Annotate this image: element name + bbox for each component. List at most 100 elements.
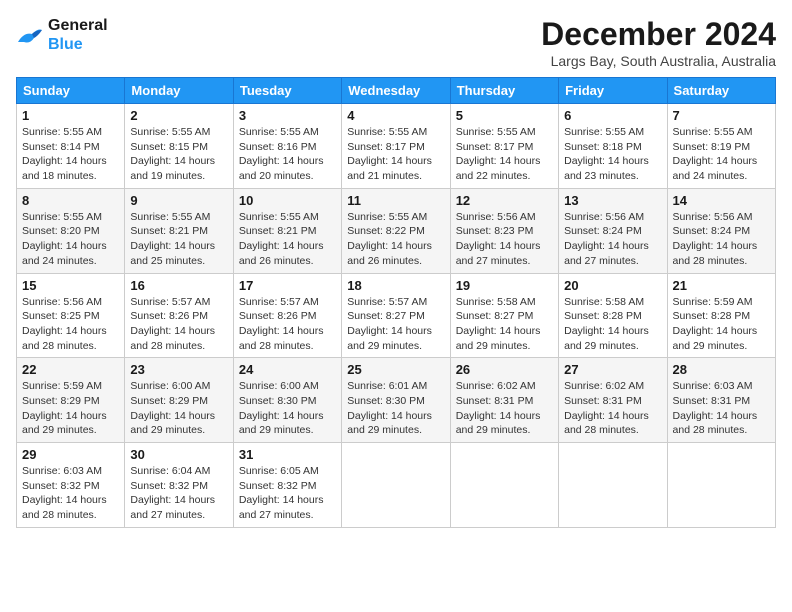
calendar-cell: 29Sunrise: 6:03 AM Sunset: 8:32 PM Dayli… <box>17 443 125 528</box>
calendar-cell: 18Sunrise: 5:57 AM Sunset: 8:27 PM Dayli… <box>342 273 450 358</box>
calendar-week-row: 8 Sunrise: 5:55 AM Sunset: 8:20 PM Daylig… <box>17 188 776 273</box>
day-info: Sunrise: 5:56 AM Sunset: 8:24 PM Dayligh… <box>673 210 770 269</box>
day-number: 8 <box>22 193 119 208</box>
calendar-cell <box>450 443 558 528</box>
day-info: Sunrise: 6:03 AM Sunset: 8:32 PM Dayligh… <box>22 464 119 523</box>
day-info: Sunrise: 6:02 AM Sunset: 8:31 PM Dayligh… <box>564 379 661 438</box>
day-number: 30 <box>130 447 227 462</box>
logo-icon <box>16 24 44 46</box>
day-number: 5 <box>456 108 553 123</box>
calendar-cell: 9 Sunrise: 5:55 AM Sunset: 8:21 PM Daylig… <box>125 188 233 273</box>
day-header-wednesday: Wednesday <box>342 78 450 104</box>
calendar-cell: 15 Sunrise: 5:56 AM Sunset: 8:25 PM Dayli… <box>17 273 125 358</box>
day-header-sunday: Sunday <box>17 78 125 104</box>
day-info: Sunrise: 6:00 AM Sunset: 8:29 PM Dayligh… <box>130 379 227 438</box>
day-number: 15 <box>22 278 119 293</box>
day-info: Sunrise: 5:55 AM Sunset: 8:17 PM Dayligh… <box>347 125 444 184</box>
day-number: 24 <box>239 362 336 377</box>
day-header-monday: Monday <box>125 78 233 104</box>
day-info: Sunrise: 6:05 AM Sunset: 8:32 PM Dayligh… <box>239 464 336 523</box>
calendar-cell: 5 Sunrise: 5:55 AM Sunset: 8:17 PM Daylig… <box>450 104 558 189</box>
day-header-thursday: Thursday <box>450 78 558 104</box>
day-info: Sunrise: 5:55 AM Sunset: 8:21 PM Dayligh… <box>239 210 336 269</box>
calendar-cell: 10Sunrise: 5:55 AM Sunset: 8:21 PM Dayli… <box>233 188 341 273</box>
day-number: 3 <box>239 108 336 123</box>
calendar-cell: 17 Sunrise: 5:57 AM Sunset: 8:26 PM Dayli… <box>233 273 341 358</box>
day-number: 17 <box>239 278 336 293</box>
day-info: Sunrise: 5:57 AM Sunset: 8:27 PM Dayligh… <box>347 295 444 354</box>
calendar-cell: 31 Sunrise: 6:05 AM Sunset: 8:32 PM Dayli… <box>233 443 341 528</box>
day-number: 20 <box>564 278 661 293</box>
calendar-cell: 23 Sunrise: 6:00 AM Sunset: 8:29 PM Dayli… <box>125 358 233 443</box>
day-number: 28 <box>673 362 770 377</box>
day-info: Sunrise: 5:55 AM Sunset: 8:17 PM Dayligh… <box>456 125 553 184</box>
calendar-cell: 4Sunrise: 5:55 AM Sunset: 8:17 PM Daylig… <box>342 104 450 189</box>
day-info: Sunrise: 5:56 AM Sunset: 8:24 PM Dayligh… <box>564 210 661 269</box>
calendar-cell: 25 Sunrise: 6:01 AM Sunset: 8:30 PM Dayli… <box>342 358 450 443</box>
day-number: 12 <box>456 193 553 208</box>
day-info: Sunrise: 5:59 AM Sunset: 8:28 PM Dayligh… <box>673 295 770 354</box>
calendar-cell: 2Sunrise: 5:55 AM Sunset: 8:15 PM Daylig… <box>125 104 233 189</box>
calendar-cell: 6 Sunrise: 5:55 AM Sunset: 8:18 PM Daylig… <box>559 104 667 189</box>
day-info: Sunrise: 5:58 AM Sunset: 8:28 PM Dayligh… <box>564 295 661 354</box>
day-header-tuesday: Tuesday <box>233 78 341 104</box>
day-info: Sunrise: 5:55 AM Sunset: 8:18 PM Dayligh… <box>564 125 661 184</box>
day-info: Sunrise: 5:55 AM Sunset: 8:19 PM Dayligh… <box>673 125 770 184</box>
day-info: Sunrise: 5:55 AM Sunset: 8:15 PM Dayligh… <box>130 125 227 184</box>
day-info: Sunrise: 5:55 AM Sunset: 8:22 PM Dayligh… <box>347 210 444 269</box>
day-header-saturday: Saturday <box>667 78 775 104</box>
day-number: 6 <box>564 108 661 123</box>
calendar-week-row: 15 Sunrise: 5:56 AM Sunset: 8:25 PM Dayli… <box>17 273 776 358</box>
day-number: 23 <box>130 362 227 377</box>
month-title: December 2024 <box>541 16 776 53</box>
calendar-week-row: 29Sunrise: 6:03 AM Sunset: 8:32 PM Dayli… <box>17 443 776 528</box>
calendar-cell: 12Sunrise: 5:56 AM Sunset: 8:23 PM Dayli… <box>450 188 558 273</box>
calendar-header-row: SundayMondayTuesdayWednesdayThursdayFrid… <box>17 78 776 104</box>
calendar-cell: 28Sunrise: 6:03 AM Sunset: 8:31 PM Dayli… <box>667 358 775 443</box>
day-info: Sunrise: 5:58 AM Sunset: 8:27 PM Dayligh… <box>456 295 553 354</box>
calendar-week-row: 1 Sunrise: 5:55 AM Sunset: 8:14 PM Daylig… <box>17 104 776 189</box>
day-number: 11 <box>347 193 444 208</box>
calendar-cell: 13 Sunrise: 5:56 AM Sunset: 8:24 PM Dayli… <box>559 188 667 273</box>
calendar-cell: 19 Sunrise: 5:58 AM Sunset: 8:27 PM Dayli… <box>450 273 558 358</box>
day-number: 13 <box>564 193 661 208</box>
day-info: Sunrise: 6:02 AM Sunset: 8:31 PM Dayligh… <box>456 379 553 438</box>
day-info: Sunrise: 5:56 AM Sunset: 8:25 PM Dayligh… <box>22 295 119 354</box>
calendar-cell: 11 Sunrise: 5:55 AM Sunset: 8:22 PM Dayli… <box>342 188 450 273</box>
day-number: 19 <box>456 278 553 293</box>
day-number: 21 <box>673 278 770 293</box>
page-header: General Blue December 2024 Largs Bay, So… <box>16 16 776 69</box>
calendar-cell: 30 Sunrise: 6:04 AM Sunset: 8:32 PM Dayli… <box>125 443 233 528</box>
day-number: 9 <box>130 193 227 208</box>
logo: General Blue <box>16 16 108 54</box>
calendar-cell: 1 Sunrise: 5:55 AM Sunset: 8:14 PM Daylig… <box>17 104 125 189</box>
day-info: Sunrise: 6:01 AM Sunset: 8:30 PM Dayligh… <box>347 379 444 438</box>
calendar-week-row: 22Sunrise: 5:59 AM Sunset: 8:29 PM Dayli… <box>17 358 776 443</box>
day-info: Sunrise: 6:04 AM Sunset: 8:32 PM Dayligh… <box>130 464 227 523</box>
calendar-cell <box>559 443 667 528</box>
title-block: December 2024 Largs Bay, South Australia… <box>541 16 776 69</box>
calendar-cell: 24Sunrise: 6:00 AM Sunset: 8:30 PM Dayli… <box>233 358 341 443</box>
day-number: 25 <box>347 362 444 377</box>
day-info: Sunrise: 5:59 AM Sunset: 8:29 PM Dayligh… <box>22 379 119 438</box>
calendar-cell: 27 Sunrise: 6:02 AM Sunset: 8:31 PM Dayli… <box>559 358 667 443</box>
day-info: Sunrise: 5:57 AM Sunset: 8:26 PM Dayligh… <box>239 295 336 354</box>
day-info: Sunrise: 5:55 AM Sunset: 8:20 PM Dayligh… <box>22 210 119 269</box>
calendar-cell: 8 Sunrise: 5:55 AM Sunset: 8:20 PM Daylig… <box>17 188 125 273</box>
day-number: 1 <box>22 108 119 123</box>
calendar-cell <box>342 443 450 528</box>
day-info: Sunrise: 5:55 AM Sunset: 8:14 PM Dayligh… <box>22 125 119 184</box>
location-subtitle: Largs Bay, South Australia, Australia <box>541 53 776 69</box>
day-number: 31 <box>239 447 336 462</box>
calendar-cell: 26Sunrise: 6:02 AM Sunset: 8:31 PM Dayli… <box>450 358 558 443</box>
calendar-cell: 22Sunrise: 5:59 AM Sunset: 8:29 PM Dayli… <box>17 358 125 443</box>
day-number: 14 <box>673 193 770 208</box>
calendar-cell: 14 Sunrise: 5:56 AM Sunset: 8:24 PM Dayli… <box>667 188 775 273</box>
calendar-cell <box>667 443 775 528</box>
day-number: 7 <box>673 108 770 123</box>
calendar-cell: 7 Sunrise: 5:55 AM Sunset: 8:19 PM Daylig… <box>667 104 775 189</box>
day-header-friday: Friday <box>559 78 667 104</box>
day-info: Sunrise: 5:55 AM Sunset: 8:21 PM Dayligh… <box>130 210 227 269</box>
day-number: 27 <box>564 362 661 377</box>
day-number: 16 <box>130 278 227 293</box>
